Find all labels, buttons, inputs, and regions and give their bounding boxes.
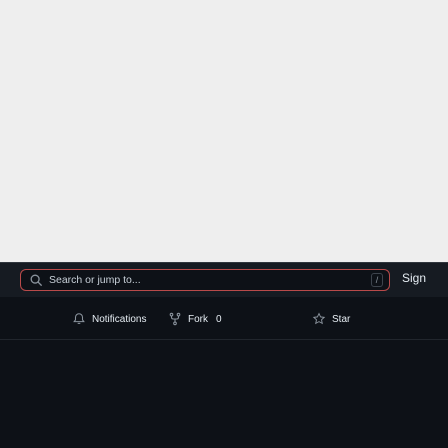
repo-forked-icon (169, 312, 181, 326)
search-icon (30, 274, 42, 286)
notifications-label: Notifications (92, 313, 147, 325)
bell-icon (73, 313, 85, 324)
search-input[interactable]: Search or jump to... / (20, 269, 390, 291)
fork-count: 0 (216, 313, 222, 325)
page-content (0, 340, 448, 448)
sign-in-link[interactable]: Sign (402, 271, 426, 285)
site-header: Search or jump to... / Sign (0, 262, 448, 298)
notifications-button[interactable]: Notifications (72, 309, 146, 329)
fork-label: Fork (188, 313, 208, 325)
star-label: Star (332, 313, 351, 325)
repo-actions-bar: Notifications Fork 0 Star (0, 297, 448, 340)
star-button[interactable]: Star (312, 309, 350, 329)
star-icon (312, 312, 326, 325)
search-shortcut-key: / (371, 273, 383, 287)
fork-button[interactable]: Fork 0 (168, 309, 222, 329)
search-placeholder: Search or jump to... (49, 274, 141, 286)
blank-area (0, 0, 448, 262)
